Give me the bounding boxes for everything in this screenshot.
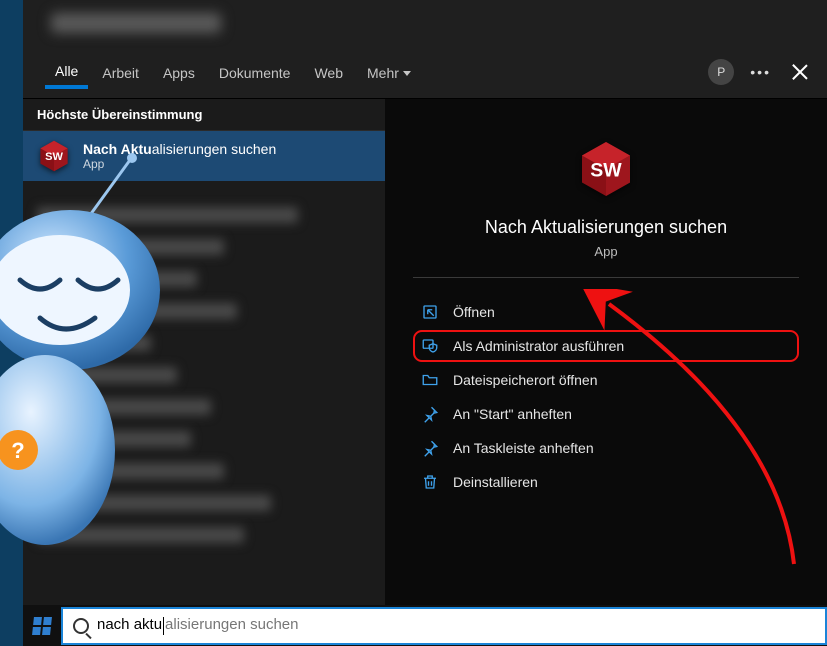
panel-body: Höchste Übereinstimmung SW Nach Aktualis… <box>23 98 827 605</box>
tab-all[interactable]: Alle <box>45 55 88 89</box>
title-match-prefix: Nach Aktu <box>83 141 152 157</box>
blurred-row <box>37 431 191 447</box>
chevron-down-icon <box>403 71 411 76</box>
action-pin-taskbar-label: An Taskleiste anheften <box>453 440 594 456</box>
action-uninstall[interactable]: Deinstallieren <box>413 466 799 498</box>
taskbar-search-box[interactable]: nach aktualisierungen suchen <box>61 607 827 645</box>
blurred-row <box>37 463 224 479</box>
text-caret <box>163 617 164 635</box>
action-run-as-admin-label: Als Administrator ausführen <box>453 338 624 354</box>
results-column: Höchste Übereinstimmung SW Nach Aktualis… <box>23 99 385 605</box>
tab-web[interactable]: Web <box>304 57 353 87</box>
top-result-subtitle: App <box>83 157 276 171</box>
blurred-row <box>37 239 224 255</box>
windows-search-panel: Alle Arbeit Apps Dokumente Web Mehr P ••… <box>23 0 827 605</box>
action-open-location[interactable]: Dateispeicherort öffnen <box>413 364 799 396</box>
tab-documents[interactable]: Dokumente <box>209 57 301 87</box>
search-query-text: nach aktualisierungen suchen <box>97 616 298 634</box>
more-options-button[interactable]: ••• <box>746 60 775 84</box>
tab-more[interactable]: Mehr <box>357 57 421 87</box>
tab-more-label: Mehr <box>367 65 399 81</box>
top-result-title: Nach Aktualisierungen suchen <box>83 141 276 157</box>
admin-shield-icon <box>421 337 439 355</box>
blurred-heading <box>51 13 221 33</box>
detail-subtitle: App <box>594 244 617 259</box>
action-pin-taskbar[interactable]: An Taskleiste anheften <box>413 432 799 464</box>
svg-text:SW: SW <box>45 151 63 163</box>
blurred-row <box>37 271 197 287</box>
blurred-row <box>37 303 237 319</box>
detail-header: SW Nach Aktualisierungen suchen App <box>413 119 799 278</box>
taskbar: nach aktualisierungen suchen <box>23 605 827 646</box>
solidworks-icon: SW <box>37 139 71 173</box>
blurred-row <box>37 367 177 383</box>
search-typed-text: nach aktu <box>97 616 162 633</box>
folder-icon <box>421 371 439 389</box>
blurred-row <box>37 527 244 543</box>
blurred-row <box>37 495 271 511</box>
action-open-label: Öffnen <box>453 304 495 320</box>
trash-icon <box>421 473 439 491</box>
results-section-header: Höchste Übereinstimmung <box>23 99 385 131</box>
desktop-background-strip <box>0 0 23 646</box>
windows-logo-icon <box>32 617 52 635</box>
tab-work[interactable]: Arbeit <box>92 57 149 87</box>
title-match-rest: alisierungen suchen <box>152 141 277 157</box>
pin-taskbar-icon <box>421 439 439 457</box>
action-pin-start-label: An "Start" anheften <box>453 406 572 422</box>
blurred-row <box>37 335 151 351</box>
svg-text:SW: SW <box>590 160 622 182</box>
open-icon <box>421 303 439 321</box>
tab-apps[interactable]: Apps <box>153 57 205 87</box>
filter-tab-row: Alle Arbeit Apps Dokumente Web Mehr P ••… <box>23 46 827 98</box>
action-run-as-admin[interactable]: Als Administrator ausführen <box>413 330 799 362</box>
blurred-other-results <box>23 181 385 569</box>
action-uninstall-label: Deinstallieren <box>453 474 538 490</box>
blurred-row <box>37 399 211 415</box>
user-avatar[interactable]: P <box>708 59 734 85</box>
action-open[interactable]: Öffnen <box>413 296 799 328</box>
action-open-location-label: Dateispeicherort öffnen <box>453 372 598 388</box>
start-button[interactable] <box>23 605 61 646</box>
top-result-texts: Nach Aktualisierungen suchen App <box>83 141 276 171</box>
solidworks-icon-large: SW <box>576 139 636 199</box>
search-completion-text: alisierungen suchen <box>165 616 298 633</box>
search-icon <box>73 618 89 634</box>
close-button[interactable] <box>787 59 813 85</box>
header-right-controls: P ••• <box>708 46 813 98</box>
pin-icon <box>421 405 439 423</box>
panel-header <box>23 0 827 46</box>
blurred-row <box>37 207 298 223</box>
detail-title: Nach Aktualisierungen suchen <box>485 217 727 238</box>
action-pin-start[interactable]: An "Start" anheften <box>413 398 799 430</box>
action-list: Öffnen Als Administrator ausführen Datei… <box>413 296 799 498</box>
top-result-item[interactable]: SW Nach Aktualisierungen suchen App <box>23 131 385 181</box>
detail-column: SW Nach Aktualisierungen suchen App Öffn… <box>385 99 827 605</box>
